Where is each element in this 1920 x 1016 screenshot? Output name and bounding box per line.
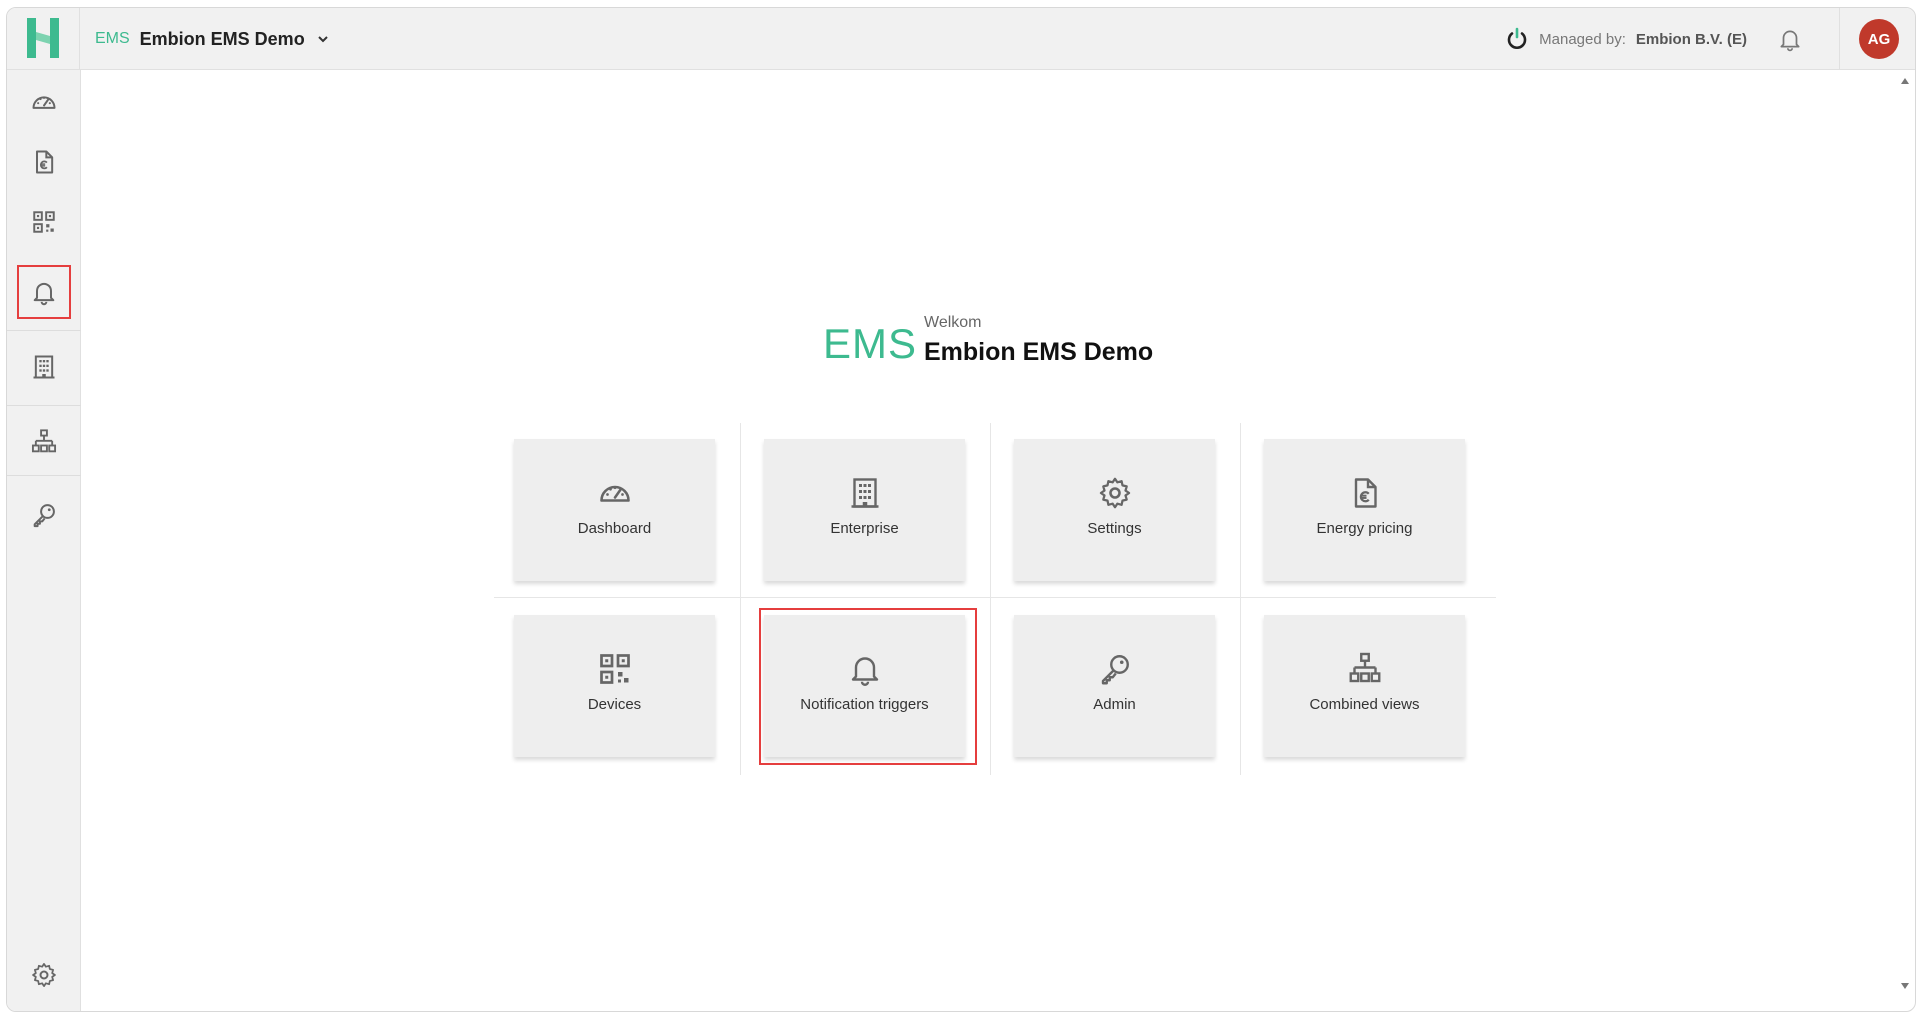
grid-divider xyxy=(494,597,1496,598)
grid-divider xyxy=(990,423,991,775)
chevron-down-icon xyxy=(317,36,328,43)
tile-label: Admin xyxy=(1093,696,1136,713)
enterprise-icon xyxy=(33,355,55,379)
logo-cell[interactable] xyxy=(7,8,80,70)
admin-key-icon xyxy=(33,504,55,528)
tile-label: Devices xyxy=(587,696,642,713)
notification-bell-icon xyxy=(33,282,55,306)
grid-divider xyxy=(740,423,741,775)
tile-energy-pricing[interactable]: Energy pricing xyxy=(1264,439,1465,581)
combined-views-icon xyxy=(1349,652,1380,683)
sidebar-divider xyxy=(7,475,81,476)
organization-name: Embion EMS Demo xyxy=(924,338,1154,366)
enterprise-icon xyxy=(851,478,878,508)
managed-by: Managed by: Embion B.V. (E) xyxy=(1505,8,1747,70)
app-window: EMS Embion EMS Demo Managed by: Embion B… xyxy=(6,7,1916,1012)
devices-icon xyxy=(33,211,55,233)
tile-label: Dashboard xyxy=(577,520,652,537)
welcome-label: Welkom xyxy=(924,314,982,331)
energy-pricing-icon xyxy=(1354,478,1377,508)
notifications-button[interactable] xyxy=(1777,26,1803,52)
sidebar-item-admin[interactable] xyxy=(17,488,71,542)
scroll-down-arrow[interactable] xyxy=(1901,983,1909,989)
managed-value: Embion B.V. (E) xyxy=(1635,30,1747,48)
scroll-up-arrow[interactable] xyxy=(1901,78,1909,84)
tile-enterprise[interactable]: Enterprise xyxy=(764,439,965,581)
tile-combined-views[interactable]: Combined views xyxy=(1264,615,1465,757)
sidebar-item-devices[interactable] xyxy=(17,195,71,249)
managed-label: Managed by: xyxy=(1539,30,1626,48)
dashboard-icon xyxy=(32,96,56,109)
sidebar-item-notification-triggers[interactable] xyxy=(17,265,71,319)
app-switcher[interactable]: EMS Embion EMS Demo xyxy=(95,8,329,70)
dashboard-icon xyxy=(599,485,630,502)
sidebar-item-dashboard[interactable] xyxy=(17,75,71,129)
ems-logo-text: EMS xyxy=(823,320,918,367)
settings-gear-icon xyxy=(1099,477,1130,509)
highlight-box xyxy=(759,608,977,765)
sidebar-divider xyxy=(7,330,81,331)
grid-divider xyxy=(1240,423,1241,775)
top-header: EMS Embion EMS Demo Managed by: Embion B… xyxy=(7,8,1915,70)
tile-admin[interactable]: Admin xyxy=(1014,615,1215,757)
tile-settings[interactable]: Settings xyxy=(1014,439,1215,581)
tile-label: Energy pricing xyxy=(1316,520,1413,537)
sidebar-item-energy-pricing[interactable] xyxy=(17,135,71,189)
sidebar-item-enterprise[interactable] xyxy=(17,340,71,394)
settings-gear-icon xyxy=(32,963,56,987)
tile-devices[interactable]: Devices xyxy=(514,615,715,757)
devices-icon xyxy=(599,654,630,684)
power-status-icon xyxy=(1507,27,1527,49)
sidebar-item-settings[interactable] xyxy=(17,948,71,1002)
tile-dashboard[interactable]: Dashboard xyxy=(514,439,715,581)
tile-label: Combined views xyxy=(1309,696,1420,713)
energy-pricing-icon xyxy=(36,150,54,174)
tile-label: Settings xyxy=(1087,520,1142,537)
app-code: EMS xyxy=(95,30,130,47)
admin-key-icon xyxy=(1101,655,1129,685)
sidebar xyxy=(7,70,81,1011)
brand-logo-icon xyxy=(27,18,59,58)
bell-icon xyxy=(1780,30,1800,52)
avatar-cell: AG xyxy=(1839,8,1915,70)
sidebar-divider xyxy=(7,405,81,406)
tile-label: Enterprise xyxy=(830,520,899,537)
combined-views-icon xyxy=(31,429,57,453)
user-avatar[interactable]: AG xyxy=(1859,19,1899,59)
app-name: Embion EMS Demo xyxy=(139,28,305,49)
sidebar-item-combined-views[interactable] xyxy=(17,415,71,469)
